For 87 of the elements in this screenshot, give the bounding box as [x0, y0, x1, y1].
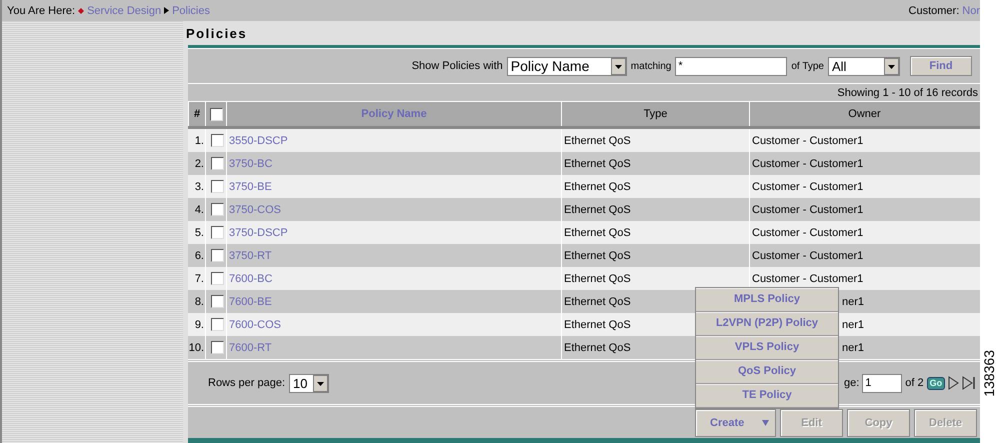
rows-per-page-label: Rows per page: — [208, 377, 286, 389]
policy-link[interactable]: 7600-BC — [229, 272, 272, 284]
row-checkbox[interactable] — [210, 157, 224, 170]
field-select[interactable]: Policy Name — [506, 56, 627, 76]
menu-item[interactable]: L2VPN (P2P) Policy — [696, 312, 838, 336]
select-all-checkbox[interactable] — [210, 108, 222, 120]
row-number: 10. — [188, 342, 204, 354]
table-cell: Customer - Customer1 — [752, 226, 864, 238]
breadcrumb-label: You Are Here: — [7, 4, 76, 16]
row-checkbox[interactable] — [210, 341, 224, 354]
row-number: 8. — [194, 296, 204, 308]
table-cell: Ethernet QoS — [564, 296, 631, 308]
customer-label: Customer: — [908, 4, 960, 16]
caret-icon — [762, 420, 769, 426]
row-checkbox[interactable] — [210, 318, 224, 331]
breadcrumb-link[interactable]: Service Design — [87, 4, 162, 16]
table-cell: Ethernet QoS — [564, 250, 631, 262]
next-page-icon[interactable] — [948, 376, 960, 390]
create-button[interactable]: Create — [695, 408, 776, 436]
table-cell: Ethernet QoS — [564, 134, 631, 146]
policy-link[interactable]: 3750-RT — [229, 250, 272, 262]
policy-link[interactable]: 7600-COS — [229, 318, 281, 330]
table-cell: Customer - Customer1 — [752, 250, 864, 262]
table-cell: Ethernet QoS — [564, 318, 631, 330]
row-checkbox[interactable] — [210, 203, 224, 216]
table-cell: Ethernet QoS — [564, 272, 631, 284]
row-checkbox[interactable] — [210, 249, 224, 262]
diamond-icon — [78, 8, 84, 14]
table-cell: Ethernet QoS — [564, 158, 631, 170]
last-page-icon[interactable] — [962, 376, 976, 390]
row-checkbox[interactable] — [210, 272, 224, 285]
column-header[interactable]: Policy Name — [226, 102, 561, 126]
table-cell: Ethernet QoS — [564, 342, 631, 354]
matching-label: matching — [630, 60, 672, 72]
policy-link[interactable]: 3750-BC — [229, 158, 272, 170]
column-header: Type — [561, 102, 749, 126]
page-field[interactable]: 1 — [862, 374, 902, 392]
row-number: 4. — [194, 204, 204, 216]
column-header: # — [188, 102, 205, 126]
record-count: Showing 1 - 10 of 16 records — [837, 86, 978, 98]
breadcrumb-link[interactable]: Policies — [172, 4, 210, 16]
go-button[interactable]: Go — [926, 376, 946, 390]
type-label: of Type — [791, 60, 824, 72]
customer-link[interactable]: Nor — [962, 4, 980, 16]
row-checkbox[interactable] — [210, 134, 224, 147]
menu-item[interactable]: MPLS Policy — [696, 288, 838, 312]
row-number: 1. — [194, 134, 204, 146]
table-cell: Customer - Customer1 — [752, 204, 864, 216]
menu-item[interactable]: VPLS Policy — [696, 336, 838, 360]
page-title: Policies — [186, 24, 248, 42]
table-cell: Customer - Customer1 — [752, 272, 864, 284]
table-cell: Ethernet QoS — [564, 226, 631, 238]
separator-arrow-icon — [164, 7, 170, 14]
policy-link[interactable]: 7600-BE — [229, 296, 272, 308]
row-number: 7. — [194, 272, 204, 284]
policy-link[interactable]: 7600-RT — [229, 342, 272, 354]
menu-item[interactable]: QoS Policy — [696, 360, 838, 384]
row-number: 5. — [194, 226, 204, 238]
table-cell: Ethernet QoS — [564, 204, 631, 216]
find-button[interactable]: Find — [910, 56, 972, 76]
table-cell: Customer - Customer1 — [752, 134, 864, 146]
type-select[interactable]: All — [828, 56, 900, 76]
figure-number: 138363 — [982, 350, 996, 397]
policy-link[interactable]: 3550-DSCP — [229, 134, 288, 146]
table-cell: Ethernet QoS — [564, 180, 631, 192]
table-cell: Customer - Customer1 — [752, 158, 864, 170]
row-number: 9. — [194, 318, 204, 330]
table-cell: ner1 — [842, 318, 864, 330]
row-checkbox[interactable] — [210, 180, 224, 193]
menu-item[interactable]: TE Policy — [696, 384, 838, 408]
policy-link[interactable]: 3750-COS — [229, 204, 281, 216]
table-cell: ner1 — [842, 296, 864, 308]
page-label: ge: — [844, 377, 860, 389]
row-checkbox[interactable] — [210, 295, 224, 308]
table-cell: ner1 — [842, 342, 864, 354]
row-number: 6. — [194, 250, 204, 262]
row-number: 3. — [194, 180, 204, 192]
matching-field[interactable]: * — [675, 56, 788, 76]
page-count: of 2 — [905, 377, 924, 389]
rows-per-page-select[interactable]: 10 — [289, 374, 330, 392]
policy-link[interactable]: 3750-BE — [229, 180, 272, 192]
policy-link[interactable]: 3750-DSCP — [229, 226, 288, 238]
filter-label: Show Policies with — [412, 60, 503, 72]
column-header: Owner — [749, 102, 979, 126]
row-checkbox[interactable] — [210, 226, 224, 239]
row-number: 2. — [194, 158, 204, 170]
table-cell: Customer - Customer1 — [752, 180, 864, 192]
